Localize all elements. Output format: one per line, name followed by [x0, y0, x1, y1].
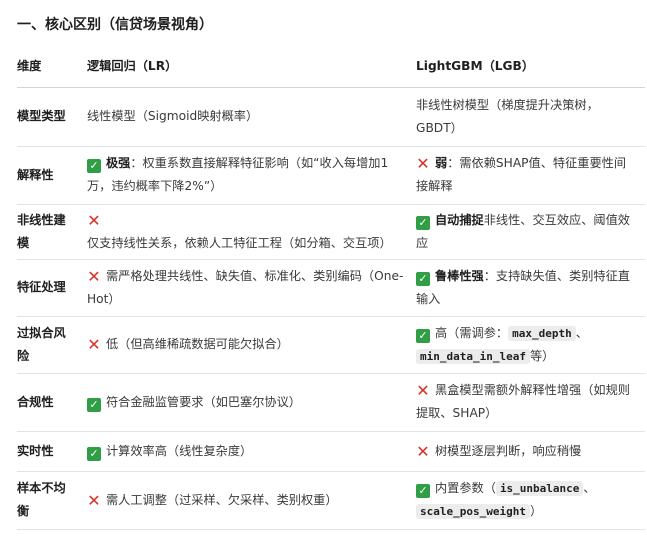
- cell-highlight: 自动捕捉: [435, 212, 484, 227]
- table-row: 实时性 ✓ 计算效率高（线性复杂度） ✕ 树模型逐层判断，响应稍慢: [17, 431, 645, 472]
- cell-text: ：权重系数直接解释特征影响（如“收入每增加1万，违约概率下降2%”）: [87, 156, 389, 193]
- table-row: 样本不均衡 ✕ 需人工调整（过采样、欠采样、类别权重） ✓ 内置参数（ is_unbala…: [17, 471, 645, 530]
- cross-mark-icon: ✕: [87, 335, 101, 354]
- check-mark-icon: ✓: [416, 271, 430, 286]
- row-dimension: 样本不均衡: [17, 471, 87, 530]
- cell-highlight: 极强: [106, 156, 131, 170]
- cell-lgb: ✕ 树模型逐层判断，响应稍慢: [416, 431, 645, 472]
- dimension-label: 解释性: [17, 167, 54, 182]
- cell-text: 树模型逐层判断，响应稍慢: [435, 443, 582, 458]
- cell-lr: ✕ 需严格处理共线性、缺失值、标准化、类别编码（One-Hot）: [87, 259, 416, 317]
- table-row: 非线性建模 ✕仅支持线性关系，依赖人工特征工程（如分箱、交互项） ✓ 自动捕捉非线性、…: [17, 204, 645, 260]
- table-row: 模型类型 线性模型（Sigmoid映射概率） 非线性树模型（梯度提升决策树，GBDT…: [17, 87, 645, 147]
- cell-lr: ✓ 符合金融监管要求（如巴塞尔协议）: [87, 373, 416, 432]
- cross-mark-icon: ✕: [87, 266, 101, 286]
- dimension-label: 模型类型: [17, 109, 66, 123]
- cell-separator: 、: [575, 325, 588, 340]
- cell-lgb: ✕ 黑盒模型需额外解释性增强（如规则提取、SHAP）: [416, 373, 645, 432]
- table-row: 合规性 ✓ 符合金融监管要求（如巴塞尔协议） ✕ 黑盒模型需额外解释性增强（如规则提取、…: [17, 373, 645, 432]
- cell-lgb: ✓ 鲁棒性强：支持缺失值、类别特征直输入: [416, 259, 645, 317]
- page: 一、核心区别（信贷场景视角） 维度 逻辑回归（LR） LightGBM（LGB）…: [0, 0, 647, 546]
- cell-lr: ✓ 极强：权重系数直接解释特征影响（如“收入每增加1万，违约概率下降2%”）: [87, 146, 416, 205]
- dimension-label: 过拟合风险: [17, 325, 66, 363]
- cell-text: 低（但高维稀疏数据可能欠拟合）: [106, 337, 289, 351]
- cell-text: ：需依赖SHAP值、特征重要性间接解释: [416, 156, 627, 193]
- cell-highlight: 鲁棒性强: [435, 268, 484, 283]
- header-lr: 逻辑回归（LR）: [87, 47, 416, 88]
- dimension-label: 合规性: [17, 394, 54, 409]
- cell-text: 非线性树模型（梯度提升决策树，GBDT）: [416, 97, 599, 135]
- row-dimension: 模型类型: [17, 87, 87, 147]
- table-row: 解释性 ✓ 极强：权重系数直接解释特征影响（如“收入每增加1万，违约概率下降2%”）…: [17, 146, 645, 205]
- row-dimension: 实时性: [17, 431, 87, 472]
- check-mark-icon: ✓: [87, 397, 101, 412]
- cell-text: 计算效率高（线性复杂度）: [106, 443, 253, 458]
- cell-lr: ✕ 仅支持线性关系，依赖人工特征工程（如分箱、交互项）: [87, 204, 416, 260]
- cell-text: 需人工调整（过采样、欠采样、类别权重）: [106, 492, 338, 507]
- cell-lgb: 非线性树模型（梯度提升决策树，GBDT）: [416, 87, 645, 147]
- cell-text-suffix: ）: [529, 504, 543, 518]
- cell-highlight: 弱: [435, 156, 448, 170]
- cell-text: 黑盒模型需额外解释性增强（如规则提取、SHAP）: [416, 383, 630, 420]
- cross-mark-icon: ✕: [416, 154, 430, 173]
- header-lgb: LightGBM（LGB）: [416, 47, 645, 88]
- cell-lgb: ✓ 自动捕捉非线性、交互效应、阈值效应: [416, 204, 645, 260]
- row-dimension: 非线性建模: [17, 204, 87, 260]
- cell-text: 线性模型（Sigmoid映射概率）: [87, 109, 259, 123]
- cross-mark-icon: ✕: [416, 441, 430, 461]
- cross-mark-icon: ✕: [87, 490, 101, 510]
- cell-text-prefix: 内置参数（: [435, 481, 496, 495]
- row-dimension: 解释性: [17, 146, 87, 205]
- comparison-table: 维度 逻辑回归（LR） LightGBM（LGB） 模型类型 线性模型（Sigmo…: [17, 47, 645, 530]
- cross-mark-icon: ✕: [87, 210, 101, 230]
- cell-lr: 线性模型（Sigmoid映射概率）: [87, 87, 416, 147]
- check-mark-icon: ✓: [87, 159, 101, 173]
- cell-text-prefix: 高（需调参：: [435, 325, 509, 340]
- cell-lgb: ✕ 弱：需依赖SHAP值、特征重要性间接解释: [416, 146, 645, 205]
- check-mark-icon: ✓: [416, 484, 430, 498]
- dimension-label: 特征处理: [17, 280, 66, 294]
- dimension-label: 样本不均衡: [17, 481, 66, 518]
- section-heading: 一、核心区别（信贷场景视角）: [17, 17, 213, 33]
- cell-lr: ✕ 低（但高维稀疏数据可能欠拟合）: [87, 316, 416, 374]
- dimension-label: 非线性建模: [17, 212, 66, 250]
- cell-lgb: ✓ 内置参数（ is_unbalance 、 scale_pos_weight）: [416, 471, 645, 530]
- table-row: 过拟合风险 ✕ 低（但高维稀疏数据可能欠拟合） ✓ 高（需调参： max_depth 、 mi…: [17, 316, 645, 374]
- check-mark-icon: ✓: [416, 215, 430, 230]
- param-code: min_data_in_leaf: [416, 348, 530, 364]
- header-dimension: 维度: [17, 47, 87, 88]
- check-mark-icon: ✓: [416, 328, 430, 343]
- dimension-label: 实时性: [17, 443, 54, 458]
- param-code: is_unbalance: [495, 481, 584, 496]
- cell-lr: ✓ 计算效率高（线性复杂度）: [87, 431, 416, 472]
- cell-lgb: ✓ 高（需调参： max_depth 、 min_data_in_leaf 等）: [416, 316, 645, 374]
- cross-mark-icon: ✕: [416, 381, 430, 400]
- table-header-row: 维度 逻辑回归（LR） LightGBM（LGB）: [17, 47, 645, 88]
- table-row: 特征处理 ✕ 需严格处理共线性、缺失值、标准化、类别编码（One-Hot） ✓ 鲁棒性强…: [17, 259, 645, 317]
- cell-lr: ✕ 需人工调整（过采样、欠采样、类别权重）: [87, 471, 416, 530]
- cell-text: 符合金融监管要求（如巴塞尔协议）: [106, 394, 301, 409]
- cell-text-suffix: 等）: [529, 348, 555, 363]
- cell-separator: 、: [583, 481, 596, 495]
- row-dimension: 过拟合风险: [17, 316, 87, 374]
- cell-text: 需严格处理共线性、缺失值、标准化、类别编码（One-Hot）: [87, 268, 404, 306]
- row-dimension: 特征处理: [17, 259, 87, 317]
- param-code: max_depth: [508, 325, 576, 341]
- row-dimension: 合规性: [17, 373, 87, 432]
- cell-text: 仅支持线性关系，依赖人工特征工程（如分箱、交互项）: [87, 235, 392, 250]
- param-code: scale_pos_weight: [416, 504, 530, 519]
- check-mark-icon: ✓: [87, 446, 101, 461]
